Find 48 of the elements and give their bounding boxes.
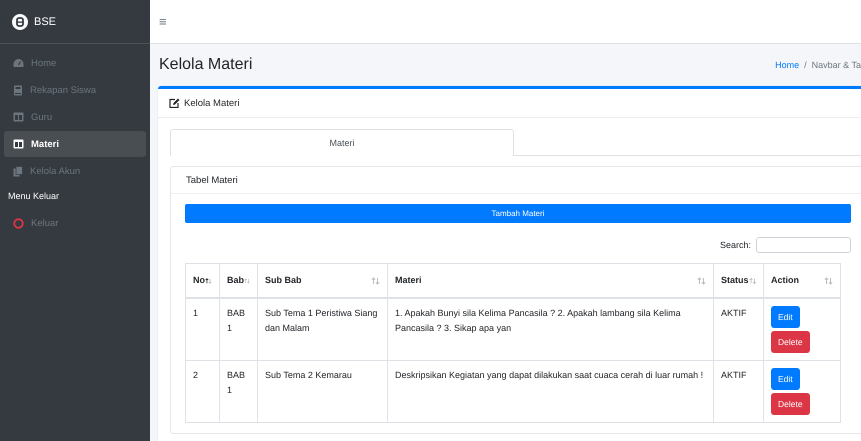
sidebar-item[interactable]: Home bbox=[4, 50, 146, 76]
sidebar-item[interactable]: Materi bbox=[4, 131, 146, 157]
table-cell: Sub Tema 1 Peristiwa Siang dan Malam bbox=[258, 298, 388, 360]
edit-button[interactable]: Edit bbox=[771, 368, 800, 390]
tab[interactable]: Materi bbox=[170, 129, 514, 156]
search-label: Search: bbox=[720, 240, 751, 250]
column-header[interactable]: Bab bbox=[220, 264, 258, 298]
sort-icon[interactable] bbox=[205, 276, 212, 284]
column-header[interactable]: Sub Bab bbox=[258, 264, 388, 298]
sidebar-item[interactable]: Kelola Akun bbox=[4, 158, 146, 184]
sidebar-item[interactable]: Rekapan Siswa bbox=[4, 77, 146, 103]
search-field[interactable] bbox=[756, 237, 851, 253]
menu-icon[interactable]: ≡ bbox=[159, 14, 167, 29]
page-title: Kelola Materi bbox=[159, 56, 252, 74]
column-header[interactable]: Materi bbox=[388, 264, 714, 298]
edit-icon bbox=[169, 98, 180, 108]
table-cell: BAB 1 bbox=[220, 298, 258, 360]
column-header[interactable]: Status bbox=[714, 264, 764, 298]
column-header[interactable]: No bbox=[186, 264, 220, 298]
card-title: Tabel Materi bbox=[186, 174, 238, 186]
table-cell: 1 bbox=[186, 298, 220, 360]
circle-icon bbox=[13, 218, 24, 228]
delete-button[interactable]: Delete bbox=[771, 393, 810, 415]
breadcrumb-link[interactable]: Home bbox=[775, 60, 800, 70]
column-header[interactable]: Action bbox=[764, 264, 840, 298]
section-header: Menu Keluar bbox=[7, 190, 60, 203]
book-icon bbox=[13, 84, 23, 96]
breadcrumb-separator: / bbox=[804, 60, 807, 70]
table-cell: AKTIF bbox=[714, 298, 764, 360]
copy-icon bbox=[13, 166, 23, 176]
dashboard-icon bbox=[13, 58, 24, 68]
card-title: Kelola Materi bbox=[184, 98, 240, 108]
table-cell: Sub Tema 2 Kemarau bbox=[258, 360, 388, 422]
table-cell: 2 bbox=[186, 360, 220, 422]
logo-icon bbox=[12, 14, 28, 30]
columns-icon bbox=[13, 112, 24, 122]
columns-icon bbox=[13, 139, 24, 149]
delete-button[interactable]: Delete bbox=[771, 331, 810, 353]
table-cell: BAB 1 bbox=[220, 360, 258, 422]
brand-name: BSE bbox=[34, 16, 56, 28]
edit-button[interactable]: Edit bbox=[771, 306, 800, 328]
add-button[interactable]: Tambah Materi bbox=[185, 204, 851, 223]
breadcrumb-item: Navbar & Ta bbox=[812, 60, 861, 70]
logout-link[interactable]: Keluar bbox=[0, 211, 150, 235]
sidebar-item[interactable]: Guru bbox=[4, 104, 146, 130]
table-cell: AKTIF bbox=[714, 360, 764, 422]
table-cell: 1. Apakah Bunyi sila Kelima Pancasila ? 2. Apakah lambang sila Kelima Pancasila ? 3. Sikap apa yan bbox=[388, 298, 714, 360]
table-cell: Deskripsikan Kegiatan yang dapat dilakukan saat cuaca cerah di luar rumah ! bbox=[388, 360, 714, 422]
